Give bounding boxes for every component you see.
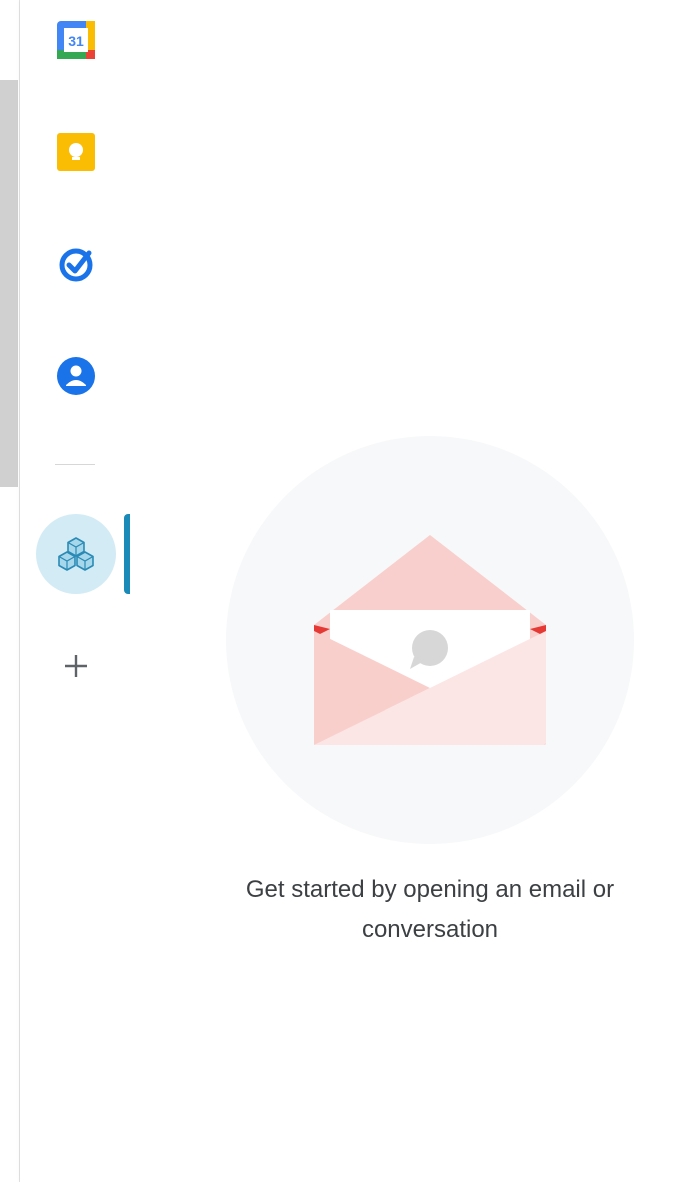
addon-button-active[interactable]	[36, 514, 116, 594]
plus-icon	[65, 655, 87, 677]
calendar-icon: 31	[57, 21, 95, 59]
lightbulb-icon	[57, 133, 95, 171]
empty-state-message: Get started by opening an email or conve…	[245, 876, 615, 943]
sidebar-divider	[55, 464, 95, 465]
tasks-app-button[interactable]	[56, 244, 96, 284]
person-icon	[57, 357, 95, 395]
calendar-app-button[interactable]: 31	[56, 20, 96, 60]
get-addons-button[interactable]	[56, 646, 96, 686]
tasks-check-icon	[59, 248, 93, 282]
contacts-app-button[interactable]	[56, 356, 96, 396]
cubes-icon	[58, 537, 94, 571]
left-scrollbar[interactable]	[0, 80, 18, 487]
keep-app-button[interactable]	[56, 132, 96, 172]
envelope-chat-icon	[314, 535, 546, 745]
calendar-day: 31	[68, 33, 84, 49]
